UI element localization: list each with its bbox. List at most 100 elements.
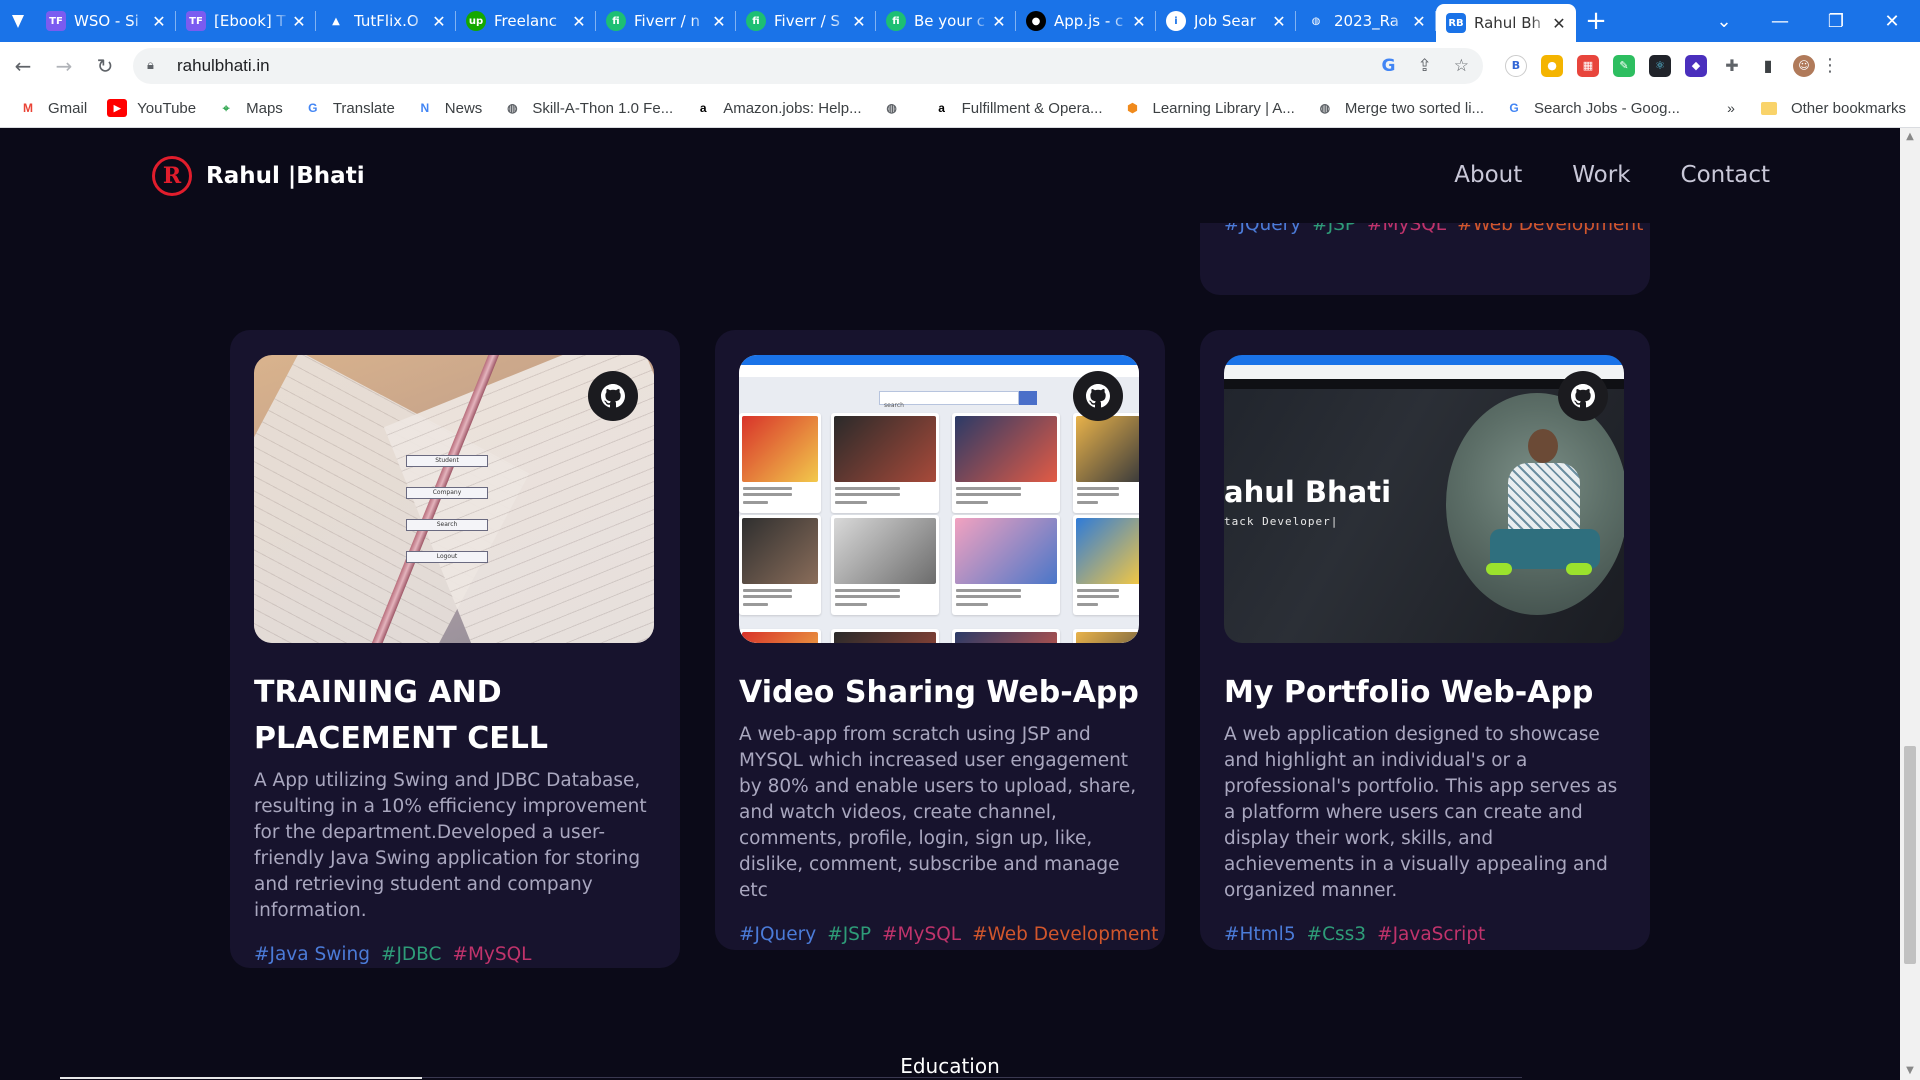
project-title: Video Sharing Web-App bbox=[739, 675, 1139, 710]
amazon-icon: a bbox=[938, 101, 945, 115]
thumb-video-tile bbox=[739, 515, 821, 615]
tab-title: [Ebook] T bbox=[214, 12, 286, 30]
tab-close-icon[interactable]: ✕ bbox=[1130, 12, 1148, 31]
tab-search-chevron-icon[interactable]: ⌄ bbox=[1696, 11, 1752, 32]
bookmark-label: Fulfillment & Opera... bbox=[961, 99, 1103, 117]
tab-title: Be your c bbox=[914, 12, 986, 30]
extension-chat-icon[interactable]: ● bbox=[1541, 54, 1563, 77]
bookmark-item[interactable]: M Gmail bbox=[18, 99, 87, 117]
address-bar[interactable]: 🔒︎ rahulbhati.in G ⇪ ☆ bbox=[133, 47, 1483, 84]
tab-close-icon[interactable]: ✕ bbox=[290, 12, 308, 31]
nav-link-contact[interactable]: Contact bbox=[1681, 162, 1770, 188]
browser-tab[interactable]: ● App.js - c ✕ bbox=[1016, 0, 1156, 42]
bookmark-item[interactable]: ◍ bbox=[882, 99, 912, 117]
thumb-video-tile bbox=[739, 629, 821, 643]
github-link-button[interactable] bbox=[1073, 371, 1123, 421]
bookmark-label: Gmail bbox=[48, 99, 88, 117]
tab-favicon-icon: TF bbox=[186, 11, 206, 31]
bookmark-item[interactable]: G Translate bbox=[303, 99, 395, 117]
tab-search-icon[interactable] bbox=[0, 0, 36, 42]
browser-tab[interactable]: fi Fiverr / S ✕ bbox=[736, 0, 876, 42]
tab-title: Job Sear bbox=[1194, 12, 1256, 30]
tab-favicon-icon: up bbox=[466, 11, 486, 31]
bookmark-item[interactable]: a Fulfillment & Opera... bbox=[932, 99, 1103, 117]
extensions-puzzle-icon[interactable]: ✚ bbox=[1721, 55, 1743, 77]
other-bookmarks-folder[interactable]: Other bookmarks bbox=[1760, 100, 1906, 117]
back-button[interactable]: ← bbox=[5, 48, 41, 84]
page-scrollbar[interactable]: ▲ ▼ bbox=[1900, 128, 1920, 1080]
tab-close-icon[interactable]: ✕ bbox=[150, 12, 168, 31]
tab-close-icon[interactable]: ✕ bbox=[1270, 12, 1288, 31]
browser-tab[interactable]: RB Rahul Bh ✕ bbox=[1436, 4, 1576, 42]
side-panel-icon[interactable]: ▮ bbox=[1757, 55, 1779, 77]
bookmark-item[interactable]: G Search Jobs - Goog... bbox=[1504, 99, 1680, 117]
site-logo[interactable]: R Rahul |Bhati bbox=[152, 156, 365, 196]
scrollbar-thumb[interactable] bbox=[1904, 746, 1916, 964]
project-card: Student Company Search Logout TRAINING A… bbox=[230, 330, 680, 968]
tech-tag: #JQuery bbox=[739, 924, 817, 945]
close-window-button[interactable]: ✕ bbox=[1864, 11, 1920, 32]
nav-link-about[interactable]: About bbox=[1454, 162, 1522, 188]
github-link-button[interactable] bbox=[1558, 371, 1608, 421]
site-nav: About Work Contact bbox=[1454, 162, 1770, 188]
browser-tab[interactable]: TF WSO - Si ✕ bbox=[36, 0, 176, 42]
extension-shield-icon[interactable]: ◆ bbox=[1685, 54, 1707, 77]
browser-tab[interactable]: ▲ TutFlix.O ✕ bbox=[316, 0, 456, 42]
bookmark-item[interactable]: ◍ Skill-A-Thon 1.0 Fe... bbox=[502, 99, 673, 117]
url-text[interactable]: rahulbhati.in bbox=[177, 56, 1382, 76]
google-lens-icon[interactable]: G bbox=[1382, 56, 1396, 76]
bookmark-item[interactable]: a Amazon.jobs: Help... bbox=[693, 99, 862, 117]
project-title: My Portfolio Web-App bbox=[1224, 675, 1594, 710]
browser-tab[interactable]: ◍ 2023_Ra ✕ bbox=[1296, 0, 1436, 42]
reload-button[interactable]: ↻ bbox=[87, 48, 123, 84]
bookmark-item[interactable]: ⌖ Maps bbox=[216, 99, 283, 117]
tab-close-icon[interactable]: ✕ bbox=[990, 12, 1008, 31]
tab-title: 2023_Ra bbox=[1334, 12, 1399, 30]
thumb-video-tile bbox=[1073, 413, 1139, 513]
project-thumbnail: search bbox=[739, 355, 1139, 643]
maximize-button[interactable]: ❐ bbox=[1808, 11, 1864, 32]
tab-title: Fiverr / S bbox=[774, 12, 840, 30]
gmail-icon: M bbox=[23, 101, 33, 115]
lock-icon[interactable]: 🔒︎ bbox=[147, 58, 163, 73]
bookmark-item[interactable]: ⬢ Learning Library | A... bbox=[1123, 99, 1295, 117]
project-description: A App utilizing Swing and JDBC Database,… bbox=[254, 770, 647, 921]
minimize-button[interactable]: — bbox=[1752, 11, 1808, 32]
tab-close-icon[interactable]: ✕ bbox=[710, 12, 728, 31]
bookmark-star-icon[interactable]: ☆ bbox=[1454, 56, 1469, 76]
tab-close-icon[interactable]: ✕ bbox=[850, 12, 868, 31]
browser-menu-icon[interactable]: ⋮ bbox=[1821, 55, 1839, 76]
browser-tab[interactable]: TF [Ebook] T ✕ bbox=[176, 0, 316, 42]
extension-react-icon[interactable]: ⚛ bbox=[1649, 54, 1671, 77]
extension-calendar-icon[interactable]: ▦ bbox=[1577, 54, 1599, 77]
bookmarks-overflow-button[interactable]: » bbox=[1727, 100, 1735, 116]
extension-b-icon[interactable]: B bbox=[1505, 54, 1527, 77]
tab-close-icon[interactable]: ✕ bbox=[570, 12, 588, 31]
browser-tab[interactable]: up Freelanc ✕ bbox=[456, 0, 596, 42]
tab-close-icon[interactable]: ✕ bbox=[1410, 12, 1428, 31]
profile-avatar[interactable]: ☺ bbox=[1793, 54, 1815, 77]
scroll-up-arrow-icon[interactable]: ▲ bbox=[1900, 128, 1920, 146]
bookmark-item[interactable]: ◍ Merge two sorted li... bbox=[1315, 99, 1484, 117]
new-tab-button[interactable]: + bbox=[1576, 6, 1616, 36]
github-link-button[interactable] bbox=[588, 371, 638, 421]
section-divider bbox=[422, 1077, 1522, 1078]
thumb-company-button: Company bbox=[406, 487, 488, 499]
browser-tab[interactable]: i Job Sear ✕ bbox=[1156, 0, 1296, 42]
project-card: search Video Sharing Web-App A web-app f… bbox=[715, 330, 1165, 950]
browser-tab[interactable]: fi Fiverr / n ✕ bbox=[596, 0, 736, 42]
thumb-search-button: Search bbox=[406, 519, 488, 531]
share-icon[interactable]: ⇪ bbox=[1418, 56, 1432, 76]
forward-button[interactable]: → bbox=[46, 48, 82, 84]
tab-close-icon[interactable]: ✕ bbox=[1550, 14, 1568, 33]
window-controls: ⌄ — ❐ ✕ bbox=[1696, 0, 1920, 42]
bookmark-item[interactable]: ▶ YouTube bbox=[107, 99, 196, 117]
browser-tab[interactable]: fi Be your c ✕ bbox=[876, 0, 1016, 42]
tab-favicon-icon: RB bbox=[1446, 13, 1466, 33]
amazon-icon: a bbox=[699, 101, 707, 115]
tab-close-icon[interactable]: ✕ bbox=[430, 12, 448, 31]
nav-link-work[interactable]: Work bbox=[1572, 162, 1630, 188]
scroll-down-arrow-icon[interactable]: ▼ bbox=[1900, 1062, 1920, 1080]
extension-evernote-icon[interactable]: ✎ bbox=[1613, 54, 1635, 77]
bookmark-item[interactable]: N News bbox=[415, 99, 482, 117]
